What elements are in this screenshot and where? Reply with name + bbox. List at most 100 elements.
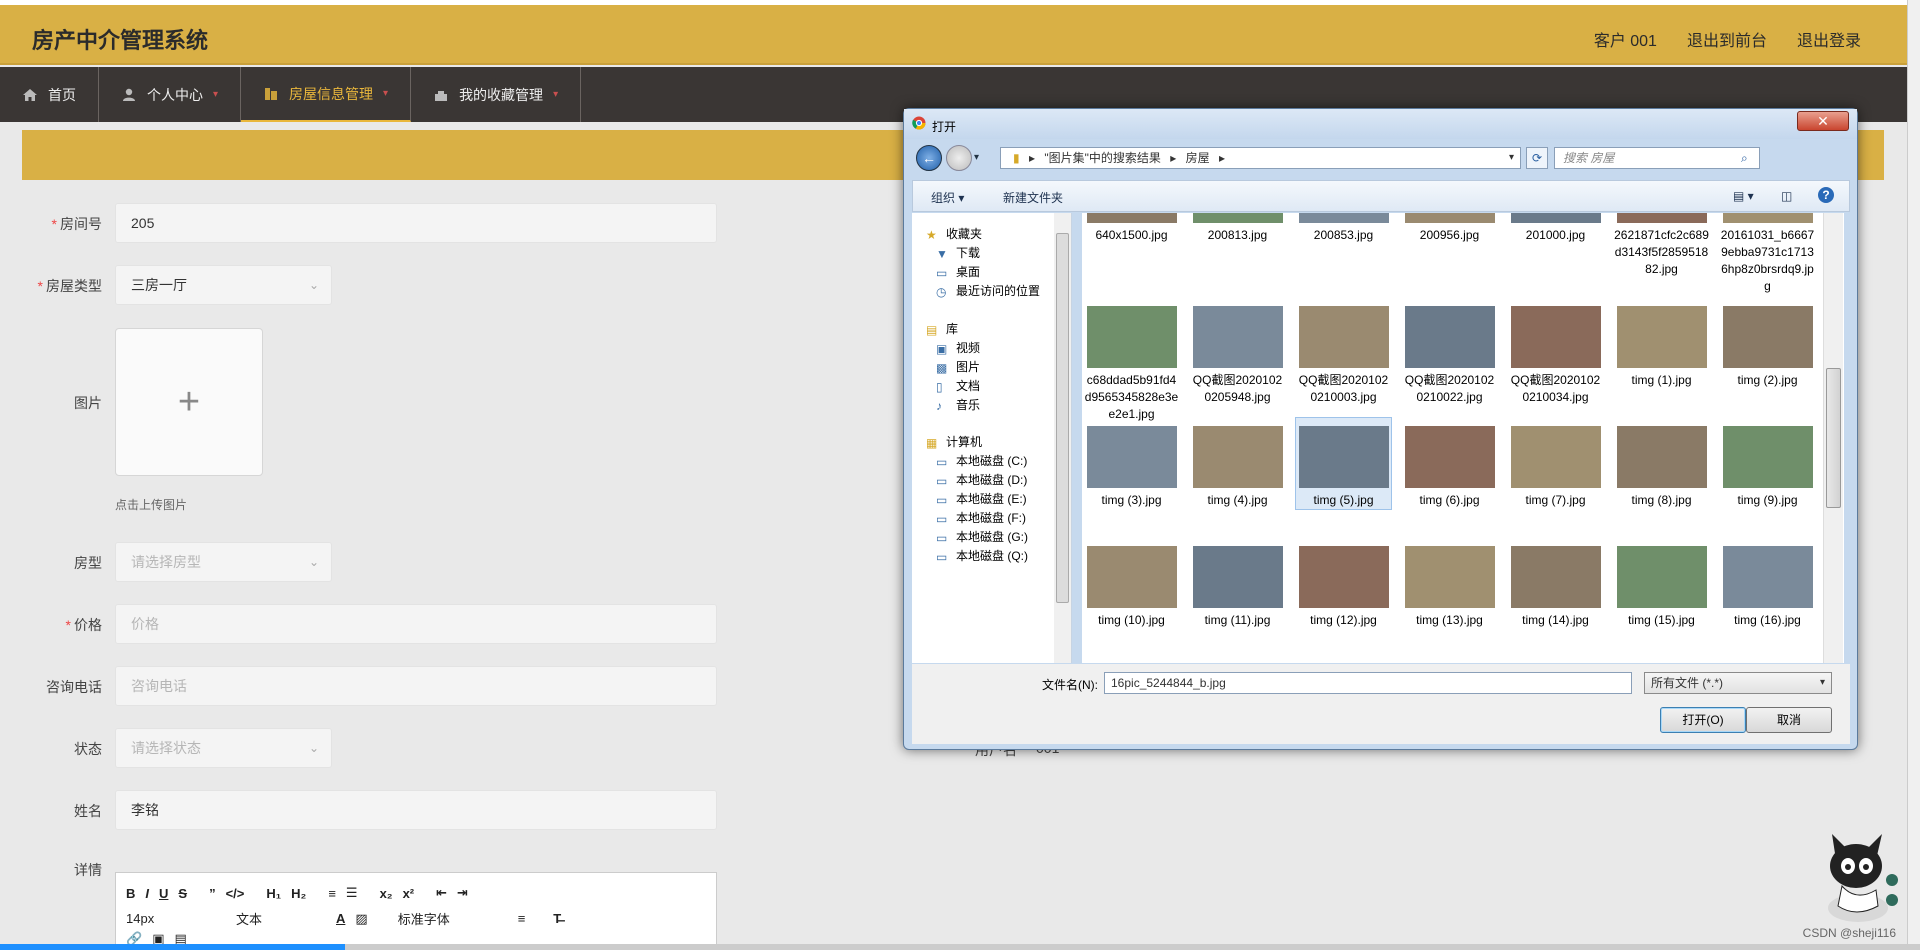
logout-link[interactable]: 退出登录 xyxy=(1797,27,1861,51)
preview-pane-icon[interactable]: ◫ xyxy=(1781,189,1792,203)
sidebar-item[interactable]: ▭ 本地磁盘 (G:) xyxy=(936,528,1028,545)
background-color-icon[interactable]: ▨ xyxy=(355,911,367,927)
page-scrollbar[interactable] xyxy=(1907,0,1920,950)
file-item[interactable]: timg (7).jpg xyxy=(1508,418,1603,509)
strike-button[interactable]: S xyxy=(178,886,187,901)
sidebar-item[interactable]: ▤ 库 xyxy=(926,320,958,337)
ordered-list-button[interactable]: ≡ xyxy=(328,886,336,901)
file-item[interactable]: 2621871cfc2c689d3143f5f285951882.jpg xyxy=(1614,213,1709,278)
refresh-icon[interactable]: ⟳ xyxy=(1526,147,1548,169)
file-item[interactable]: timg (6).jpg xyxy=(1402,418,1497,509)
sidebar-item[interactable]: ♪ 音乐 xyxy=(936,396,980,413)
file-item[interactable]: c68ddad5b91fd4d9565345828e3ee2e1.jpg xyxy=(1084,298,1179,423)
font-color-icon[interactable]: A xyxy=(336,911,345,926)
current-user-link[interactable]: 客户 001 xyxy=(1594,27,1657,51)
file-item[interactable]: 200956.jpg xyxy=(1402,213,1497,244)
nav-item-home[interactable]: 首页 xyxy=(0,67,99,122)
sidebar-item[interactable]: ◷ 最近访问的位置 xyxy=(936,282,1040,299)
back-to-front-link[interactable]: 退出到前台 xyxy=(1687,27,1767,51)
organize-button[interactable]: 组织 ▾ xyxy=(931,189,964,206)
file-item[interactable]: 201000.jpg xyxy=(1508,213,1603,244)
sidebar-item[interactable]: ▭ 本地磁盘 (F:) xyxy=(936,509,1026,526)
file-item[interactable]: 200813.jpg xyxy=(1190,213,1285,244)
sidebar-item[interactable]: ★ 收藏夹 xyxy=(926,225,982,242)
nav-item-house-info[interactable]: 房屋信息管理 ▾ xyxy=(241,67,412,122)
align-icon[interactable]: ≡ xyxy=(518,911,526,926)
sidebar-item[interactable]: ▭ 桌面 xyxy=(936,263,980,280)
code-button[interactable]: </> xyxy=(226,886,245,901)
file-item[interactable]: QQ截图20201020210003.jpg xyxy=(1296,298,1391,406)
file-item[interactable]: 20161031_b66679ebba9731c17136hp8z0brsrdq… xyxy=(1720,213,1815,295)
sidebar-item[interactable]: ▩ 图片 xyxy=(936,358,980,375)
forward-arrow-icon[interactable] xyxy=(946,145,972,171)
file-item[interactable]: QQ截图20201020210022.jpg xyxy=(1402,298,1497,406)
layout-select[interactable]: 请选择房型 ⌄ xyxy=(115,542,332,582)
file-item[interactable]: timg (10).jpg xyxy=(1084,538,1179,629)
filetype-select[interactable]: 所有文件 (*.*) ▾ xyxy=(1644,672,1832,694)
quote-button[interactable]: ” xyxy=(209,886,216,901)
file-item[interactable]: QQ截图20201020205948.jpg xyxy=(1190,298,1285,406)
cancel-button[interactable]: 取消 xyxy=(1746,707,1832,733)
nav-item-personal-center[interactable]: 个人中心 ▾ xyxy=(99,67,242,122)
outdent-button[interactable]: ⇤ xyxy=(436,885,447,901)
text-style-select[interactable]: 文本 xyxy=(236,909,326,928)
file-item[interactable]: timg (11).jpg xyxy=(1190,538,1285,629)
file-item[interactable]: timg (8).jpg xyxy=(1614,418,1709,509)
file-item[interactable]: 200853.jpg xyxy=(1296,213,1391,244)
nav-pane-scrollbar[interactable] xyxy=(1054,213,1071,663)
filename-input[interactable]: 16pic_5244844_b.jpg xyxy=(1104,672,1632,694)
path-segment[interactable]: "图片集"中的搜索结果 xyxy=(1044,151,1161,165)
file-item[interactable]: timg (16).jpg xyxy=(1720,538,1815,629)
dialog-close-button[interactable]: ✕ xyxy=(1797,111,1849,131)
open-button[interactable]: 打开(O) xyxy=(1660,707,1746,733)
sidebar-item[interactable]: ▼ 下载 xyxy=(936,244,980,261)
file-item[interactable]: 640x1500.jpg xyxy=(1084,213,1179,244)
sidebar-item[interactable]: ▣ 视频 xyxy=(936,339,980,356)
status-select[interactable]: 请选择状态 ⌄ xyxy=(115,728,332,768)
file-item[interactable]: timg (3).jpg xyxy=(1084,418,1179,509)
file-grid-scrollbar[interactable] xyxy=(1823,213,1843,663)
file-item[interactable]: timg (2).jpg xyxy=(1720,298,1815,389)
file-item[interactable]: timg (14).jpg xyxy=(1508,538,1603,629)
h1-button[interactable]: H₁ xyxy=(266,886,281,901)
search-input[interactable]: 搜索 房屋 xyxy=(1554,147,1760,169)
nav-item-favorites[interactable]: 我的收藏管理 ▾ xyxy=(411,67,582,122)
file-item[interactable]: timg (1).jpg xyxy=(1614,298,1709,389)
file-item[interactable]: timg (9).jpg xyxy=(1720,418,1815,509)
bullet-list-button[interactable]: ☰ xyxy=(346,885,358,901)
file-item[interactable]: timg (4).jpg xyxy=(1190,418,1285,509)
new-folder-button[interactable]: 新建文件夹 xyxy=(1003,189,1063,206)
superscript-button[interactable]: x² xyxy=(403,886,415,901)
sidebar-item[interactable]: ▭ 本地磁盘 (D:) xyxy=(936,471,1027,488)
subscript-button[interactable]: x₂ xyxy=(380,886,393,901)
room-no-input[interactable]: 205 xyxy=(115,203,717,243)
back-arrow-icon[interactable]: ← xyxy=(916,145,942,171)
indent-button[interactable]: ⇥ xyxy=(457,885,468,901)
path-box[interactable]: ▮ ▸ "图片集"中的搜索结果 ▸ 房屋 ▸ ▾ xyxy=(1000,147,1521,169)
dialog-titlebar[interactable]: 打开 ✕ xyxy=(904,109,1857,139)
italic-button[interactable]: I xyxy=(145,886,149,901)
image-upload-button[interactable]: + xyxy=(115,328,263,476)
price-input[interactable]: 价格 xyxy=(115,604,717,644)
underline-button[interactable]: U xyxy=(159,886,168,901)
name-input[interactable]: 李铭 xyxy=(115,790,717,830)
clear-format-icon[interactable]: T̶ xyxy=(553,911,561,926)
help-icon[interactable]: ? xyxy=(1818,187,1834,203)
room-type-select[interactable]: 三房一厅 ⌄ xyxy=(115,265,332,305)
font-size-select[interactable]: 14px xyxy=(126,911,206,926)
file-item[interactable]: timg (12).jpg xyxy=(1296,538,1391,629)
file-item[interactable]: timg (15).jpg xyxy=(1614,538,1709,629)
sidebar-item[interactable]: ▭ 本地磁盘 (E:) xyxy=(936,490,1027,507)
sidebar-item[interactable]: ▯ 文档 xyxy=(936,377,980,394)
bottom-scrollbar[interactable] xyxy=(0,944,1920,950)
rich-text-editor[interactable]: B I U S ” </> H₁ H₂ ≡ ☰ x₂ x² ⇤ ⇥ 14px 文… xyxy=(115,872,717,950)
phone-input[interactable]: 咨询电话 xyxy=(115,666,717,706)
sidebar-item[interactable]: ▭ 本地磁盘 (C:) xyxy=(936,452,1027,469)
view-options-icon[interactable]: ▤ ▾ xyxy=(1733,189,1754,203)
bold-button[interactable]: B xyxy=(126,886,135,901)
h2-button[interactable]: H₂ xyxy=(291,886,306,901)
sidebar-item[interactable]: ▦ 计算机 xyxy=(926,433,982,450)
path-segment[interactable]: 房屋 xyxy=(1186,151,1210,165)
path-dropdown-icon[interactable]: ▾ xyxy=(1509,148,1514,168)
history-chevron-icon[interactable]: ▾ xyxy=(974,152,979,163)
